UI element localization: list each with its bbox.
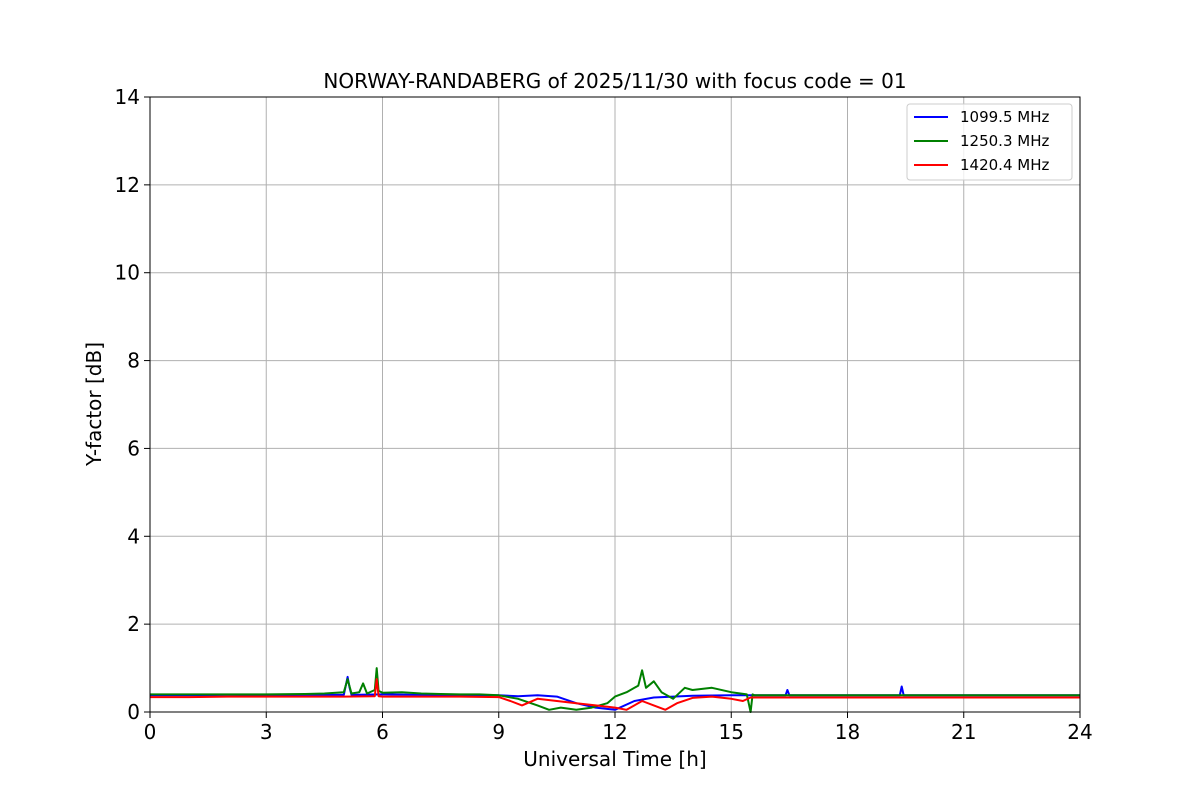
y-tick-label: 2 bbox=[127, 612, 140, 636]
x-tick-label: 18 bbox=[835, 720, 860, 744]
legend-label: 1099.5 MHz bbox=[960, 108, 1049, 126]
legend-label: 1420.4 MHz bbox=[960, 156, 1049, 174]
x-tick-label: 9 bbox=[492, 720, 505, 744]
legend-label: 1250.3 MHz bbox=[960, 132, 1049, 150]
y-tick-label: 10 bbox=[115, 261, 140, 285]
chart-figure: NORWAY-RANDABERG of 2025/11/30 with focu… bbox=[0, 0, 1200, 800]
x-tick-label: 21 bbox=[951, 720, 976, 744]
x-tick-label: 3 bbox=[260, 720, 273, 744]
chart-title: NORWAY-RANDABERG of 2025/11/30 with focu… bbox=[323, 69, 906, 93]
x-tick-label: 0 bbox=[144, 720, 157, 744]
y-tick-label: 0 bbox=[127, 700, 140, 724]
y-tick-label: 6 bbox=[127, 436, 140, 460]
x-tick-label: 24 bbox=[1067, 720, 1092, 744]
x-tick-label: 12 bbox=[602, 720, 627, 744]
y-axis-title: Y-factor [dB] bbox=[82, 342, 106, 467]
x-tick-label: 15 bbox=[719, 720, 744, 744]
y-tick-label: 12 bbox=[115, 173, 140, 197]
legend: 1099.5 MHz 1250.3 MHz 1420.4 MHz bbox=[906, 103, 1073, 181]
x-axis-title: Universal Time [h] bbox=[523, 747, 706, 771]
x-tick-label: 6 bbox=[376, 720, 389, 744]
y-tick-label: 4 bbox=[127, 524, 140, 548]
y-tick-label: 14 bbox=[115, 85, 140, 109]
y-tick-label: 8 bbox=[127, 349, 140, 373]
